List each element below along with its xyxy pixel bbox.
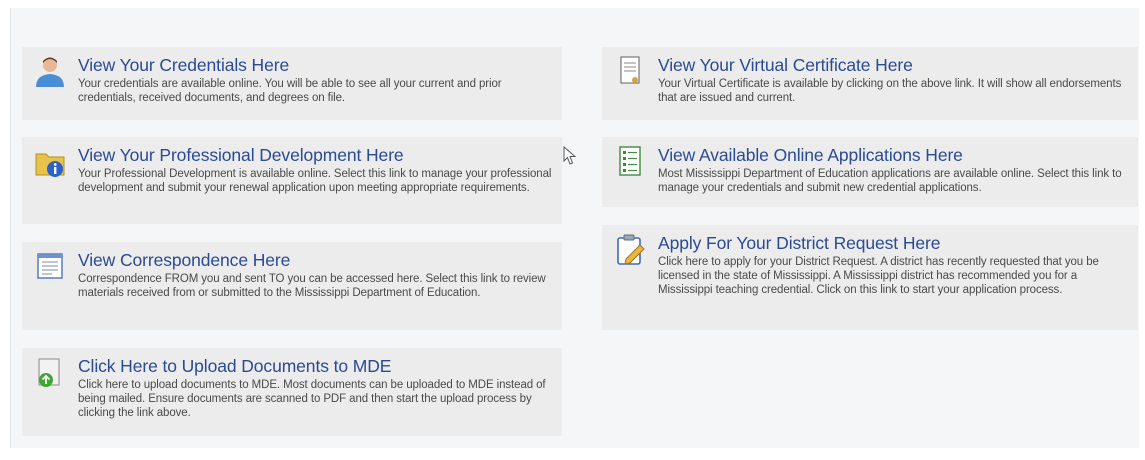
upload-documents-description: Click here to upload documents to MDE. M… (78, 379, 546, 419)
upload-documents-card[interactable]: Click Here to Upload Documents to MDE Cl… (22, 348, 562, 436)
professional-development-link[interactable]: View Your Professional Development Here (78, 145, 554, 165)
district-request-card[interactable]: Apply For Your District Request Here Cli… (602, 225, 1138, 330)
professional-development-card[interactable]: View Your Professional Development Here … (22, 137, 562, 224)
correspondence-card[interactable]: View Correspondence Here Correspondence … (22, 242, 562, 330)
virtual-certificate-card[interactable]: View Your Virtual Certificate Here Your … (602, 47, 1138, 120)
online-applications-description: Most Mississippi Department of Education… (658, 168, 1122, 194)
credentials-description: Your credentials are available online. Y… (78, 78, 502, 104)
upload-document-icon (34, 356, 68, 390)
application-list-icon (614, 145, 648, 179)
virtual-certificate-link[interactable]: View Your Virtual Certificate Here (658, 55, 1130, 75)
document-icon (34, 250, 68, 284)
upload-documents-link[interactable]: Click Here to Upload Documents to MDE (78, 356, 554, 376)
user-icon (34, 55, 68, 89)
credentials-link[interactable]: View Your Credentials Here (78, 55, 554, 75)
mouse-cursor-icon (563, 145, 577, 166)
online-applications-link[interactable]: View Available Online Applications Here (658, 145, 1130, 165)
online-applications-card[interactable]: View Available Online Applications Here … (602, 137, 1138, 207)
virtual-certificate-description: Your Virtual Certificate is available by… (658, 78, 1122, 104)
certificate-icon (614, 55, 648, 89)
clipboard-edit-icon (614, 233, 648, 267)
correspondence-link[interactable]: View Correspondence Here (78, 250, 554, 270)
district-request-link[interactable]: Apply For Your District Request Here (658, 233, 1130, 253)
folder-info-icon (34, 145, 68, 179)
district-request-description: Click here to apply for your District Re… (658, 256, 1099, 296)
professional-development-description: Your Professional Development is availab… (78, 168, 552, 194)
correspondence-description: Correspondence FROM you and sent TO you … (78, 273, 546, 299)
credentials-card[interactable]: View Your Credentials Here Your credenti… (22, 47, 562, 120)
